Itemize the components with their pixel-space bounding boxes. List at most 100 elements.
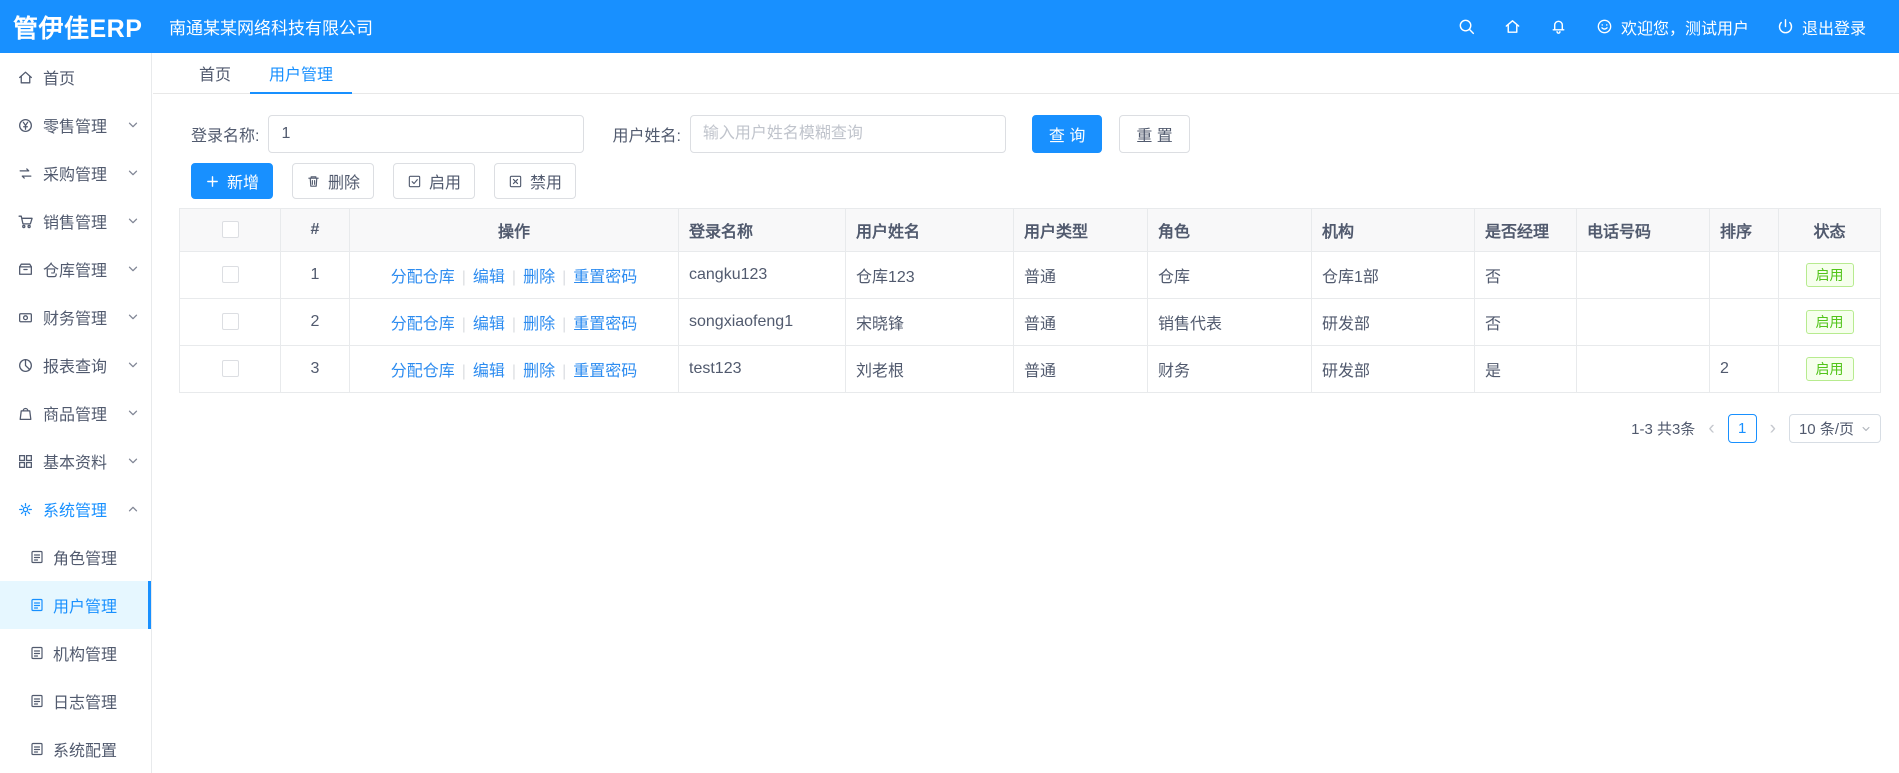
assign-warehouse-link[interactable]: 分配仓库 <box>391 363 455 380</box>
toolbar: 新增 删除 启用 禁用 <box>191 163 1881 199</box>
chevron-up-icon <box>127 503 139 515</box>
sidebar-item-label: 报表查询 <box>43 359 108 376</box>
manager-cell: 否 <box>1474 251 1577 299</box>
plus-icon <box>207 175 218 187</box>
current-page-button[interactable]: 1 <box>1727 414 1757 443</box>
operations-cell: 分配仓库 | 编辑 | 删除 | 重置密码 <box>349 345 679 393</box>
op-separator: | <box>461 363 466 380</box>
name-cell: 仓库123 <box>845 251 1014 299</box>
op-separator: | <box>562 269 567 286</box>
user-name-input[interactable] <box>689 115 1006 153</box>
sidebar-item-system-config[interactable]: 系统配置 <box>0 725 151 773</box>
chevron-down-icon <box>127 167 139 179</box>
login-cell: test123 <box>678 345 846 393</box>
type-cell: 普通 <box>1013 251 1148 299</box>
sidebar-item-user-mgmt[interactable]: 用户管理 <box>0 581 151 629</box>
sidebar-item-reports[interactable]: 报表查询 <box>0 341 151 389</box>
select-all-checkbox[interactable] <box>221 221 239 239</box>
delete-link[interactable]: 删除 <box>523 316 555 333</box>
login-name-input[interactable] <box>268 115 585 153</box>
next-page-button[interactable]: › <box>1768 419 1778 438</box>
sidebar-item-home[interactable]: 首页 <box>0 53 151 101</box>
edit-link[interactable]: 编辑 <box>473 269 505 286</box>
enable-button[interactable]: 启用 <box>393 163 476 199</box>
home-icon <box>17 69 34 86</box>
page-size-select[interactable]: 10 条/页 <box>1788 414 1881 443</box>
prev-page-button[interactable]: ‹ <box>1706 419 1716 438</box>
home-icon[interactable] <box>1503 17 1522 36</box>
assign-warehouse-link[interactable]: 分配仓库 <box>391 269 455 286</box>
goods-icon <box>17 405 34 422</box>
add-button[interactable]: 新增 <box>191 163 274 199</box>
finance-icon <box>17 309 34 326</box>
column-header-login: 登录名称 <box>678 208 846 252</box>
user-name-label: 用户姓名: <box>612 128 681 145</box>
sidebar: 首页 零售管理 采购管理 销售管理 仓库管理 财务管理 报表查询 商品管理 基本… <box>0 53 152 773</box>
retail-icon <box>17 117 34 134</box>
delete-button-label: 删除 <box>328 175 361 192</box>
tab-label: 用户管理 <box>269 66 334 84</box>
sidebar-item-log-mgmt[interactable]: 日志管理 <box>0 677 151 725</box>
reset-password-link[interactable]: 重置密码 <box>573 269 637 286</box>
operations-cell: 分配仓库 | 编辑 | 删除 | 重置密码 <box>349 251 679 299</box>
column-header-role: 角色 <box>1147 208 1312 252</box>
sidebar-item-finance[interactable]: 财务管理 <box>0 293 151 341</box>
row-checkbox[interactable] <box>221 360 239 378</box>
logout-button[interactable]: 退出登录 <box>1776 15 1866 39</box>
type-cell: 普通 <box>1013 298 1148 346</box>
status-badge: 启用 <box>1805 356 1854 382</box>
check-square-icon <box>408 175 421 187</box>
reset-button[interactable]: 重 置 <box>1119 115 1190 153</box>
page-content: 登录名称: 用户姓名: 查 询 重 置 新增 删除 启用 禁用 <box>153 115 1899 443</box>
document-icon <box>29 741 45 757</box>
disable-button[interactable]: 禁用 <box>494 163 577 199</box>
status-cell: 启用 <box>1778 298 1881 346</box>
app-header: 管伊佳ERP 南通某某网络科技有限公司 欢迎您，测试用户 退出登录 <box>0 0 1899 53</box>
delete-link[interactable]: 删除 <box>523 269 555 286</box>
reset-password-link[interactable]: 重置密码 <box>573 316 637 333</box>
manager-cell: 否 <box>1474 298 1577 346</box>
document-icon <box>29 693 45 709</box>
assign-warehouse-link[interactable]: 分配仓库 <box>391 316 455 333</box>
sidebar-item-org-mgmt[interactable]: 机构管理 <box>0 629 151 677</box>
status-badge: 启用 <box>1805 262 1854 288</box>
tab-home[interactable]: 首页 <box>180 53 250 94</box>
sidebar-item-goods[interactable]: 商品管理 <box>0 389 151 437</box>
row-select-cell <box>179 345 281 393</box>
phone-cell <box>1576 298 1710 346</box>
document-icon <box>29 549 45 565</box>
pagination-total: 1-3 共3条 <box>1631 421 1696 438</box>
trash-icon <box>308 175 319 187</box>
sidebar-item-warehouse[interactable]: 仓库管理 <box>0 245 151 293</box>
sidebar-item-purchase[interactable]: 采购管理 <box>0 149 151 197</box>
sidebar-item-basic-data[interactable]: 基本资料 <box>0 437 151 485</box>
company-name: 南通某某网络科技有限公司 <box>169 19 373 38</box>
table-header-row: # 操作 登录名称 用户姓名 用户类型 角色 机构 是否经理 电话号码 排序 状… <box>179 208 1881 252</box>
edit-link[interactable]: 编辑 <box>473 316 505 333</box>
search-button[interactable]: 查 询 <box>1031 115 1103 153</box>
sidebar-item-retail[interactable]: 零售管理 <box>0 101 151 149</box>
sidebar-item-role-mgmt[interactable]: 角色管理 <box>0 533 151 581</box>
sidebar-item-label: 系统管理 <box>43 503 108 520</box>
reset-password-link[interactable]: 重置密码 <box>573 363 637 380</box>
sidebar-item-system[interactable]: 系统管理 <box>0 485 151 533</box>
bell-icon[interactable] <box>1549 17 1568 36</box>
search-icon[interactable] <box>1457 17 1476 36</box>
index-cell: 2 <box>280 298 350 346</box>
status-badge: 启用 <box>1805 309 1854 335</box>
row-checkbox[interactable] <box>221 266 239 284</box>
tab-user-mgmt[interactable]: 用户管理 <box>250 53 353 94</box>
sidebar-item-label: 采购管理 <box>43 167 108 184</box>
login-name-label: 登录名称: <box>191 128 260 145</box>
row-checkbox[interactable] <box>221 313 239 331</box>
index-cell: 3 <box>280 345 350 393</box>
sidebar-item-sales[interactable]: 销售管理 <box>0 197 151 245</box>
column-header-index: # <box>280 208 350 252</box>
edit-link[interactable]: 编辑 <box>473 363 505 380</box>
tab-label: 首页 <box>199 66 232 84</box>
delete-button[interactable]: 删除 <box>292 163 375 199</box>
chevron-down-icon <box>127 407 139 419</box>
welcome-user[interactable]: 欢迎您，测试用户 <box>1595 15 1749 39</box>
delete-link[interactable]: 删除 <box>523 363 555 380</box>
filter-row: 登录名称: 用户姓名: 查 询 重 置 <box>191 115 1881 153</box>
